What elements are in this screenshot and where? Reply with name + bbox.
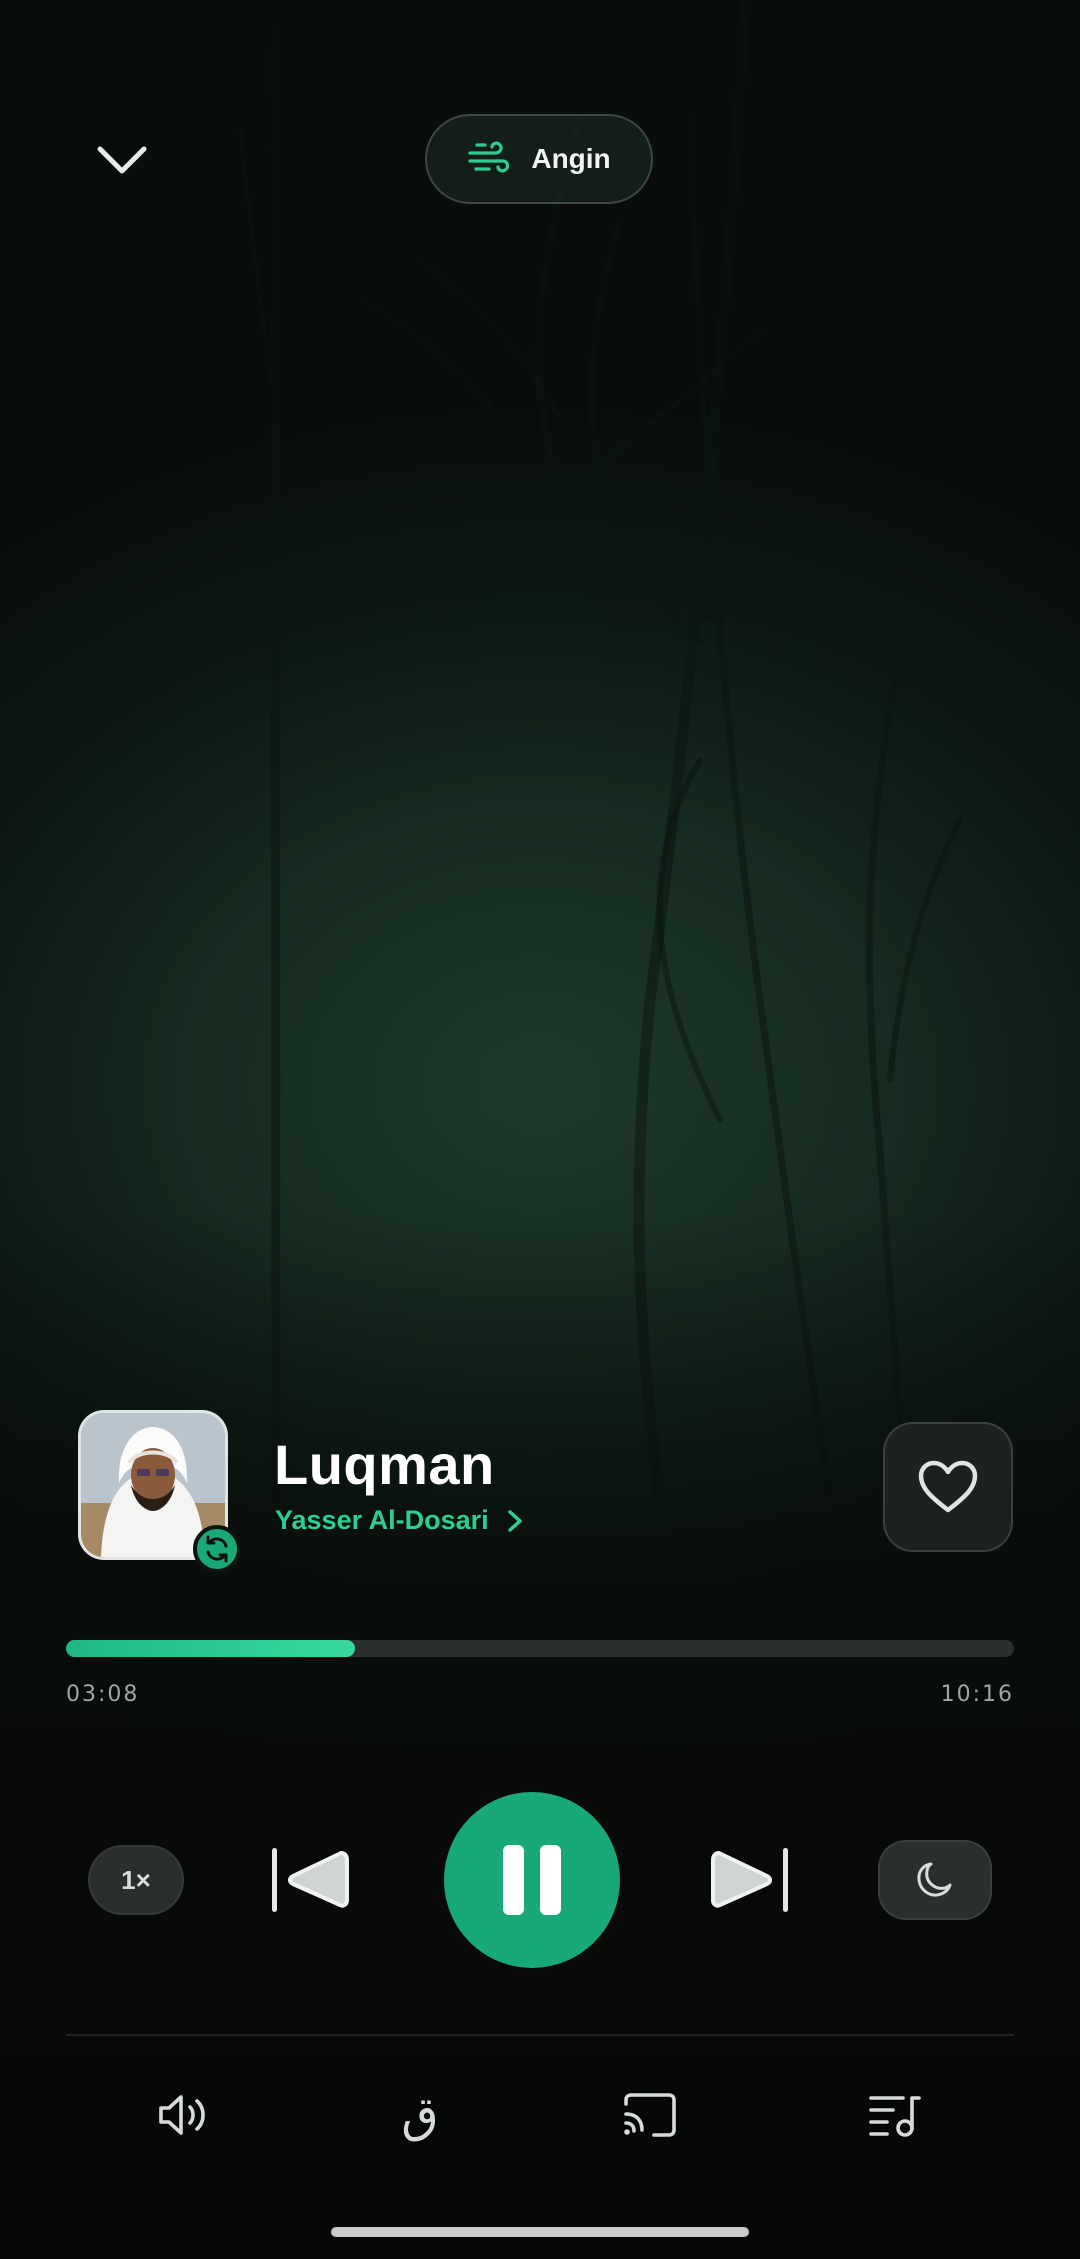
collapse-player-button[interactable]	[82, 120, 162, 200]
now-playing-screen: Angin Luqman Yasser Al-Dosari 03:08 10:1…	[0, 0, 1080, 2259]
reciter-link[interactable]: Yasser Al-Dosari	[275, 1505, 523, 1536]
chevron-down-icon	[97, 146, 147, 174]
pause-icon	[503, 1845, 561, 1915]
wind-icon	[468, 141, 510, 173]
heart-icon	[918, 1460, 978, 1513]
ambient-sound-label: Angin	[531, 143, 611, 174]
quran-text-button[interactable]: ق	[370, 2075, 470, 2155]
skip-next-icon	[711, 1848, 788, 1912]
sleep-timer-button[interactable]	[878, 1840, 992, 1920]
reciter-name: Yasser Al-Dosari	[275, 1505, 489, 1535]
quran-text-glyph: ق	[401, 2087, 439, 2143]
elapsed-time: 03:08	[66, 1682, 140, 1707]
sync-badge	[193, 1525, 241, 1573]
queue-button[interactable]	[845, 2075, 945, 2155]
previous-track-button[interactable]	[265, 1840, 355, 1920]
pause-button[interactable]	[444, 1792, 620, 1968]
home-indicator[interactable]	[331, 2227, 749, 2237]
queue-music-icon	[869, 2096, 921, 2137]
cast-button[interactable]	[600, 2075, 700, 2155]
total-duration: 10:16	[940, 1682, 1014, 1707]
next-track-button[interactable]	[705, 1840, 795, 1920]
playback-progress-fill	[66, 1640, 356, 1657]
moon-icon	[917, 1862, 952, 1897]
volume-button[interactable]	[135, 2075, 235, 2155]
ambient-sound-button[interactable]: Angin	[425, 114, 653, 204]
chevron-right-icon	[507, 1509, 522, 1532]
playback-speed-button[interactable]: 1×	[88, 1845, 184, 1915]
track-title: Luqman	[274, 1433, 495, 1496]
sync-icon	[206, 1535, 228, 1563]
playback-progress-bar[interactable]	[66, 1640, 1014, 1657]
favorite-button[interactable]	[883, 1422, 1013, 1552]
cast-icon	[624, 2093, 676, 2137]
volume-icon	[159, 2095, 205, 2135]
skip-previous-icon	[272, 1848, 349, 1912]
toolbar-divider	[66, 2034, 1014, 2036]
